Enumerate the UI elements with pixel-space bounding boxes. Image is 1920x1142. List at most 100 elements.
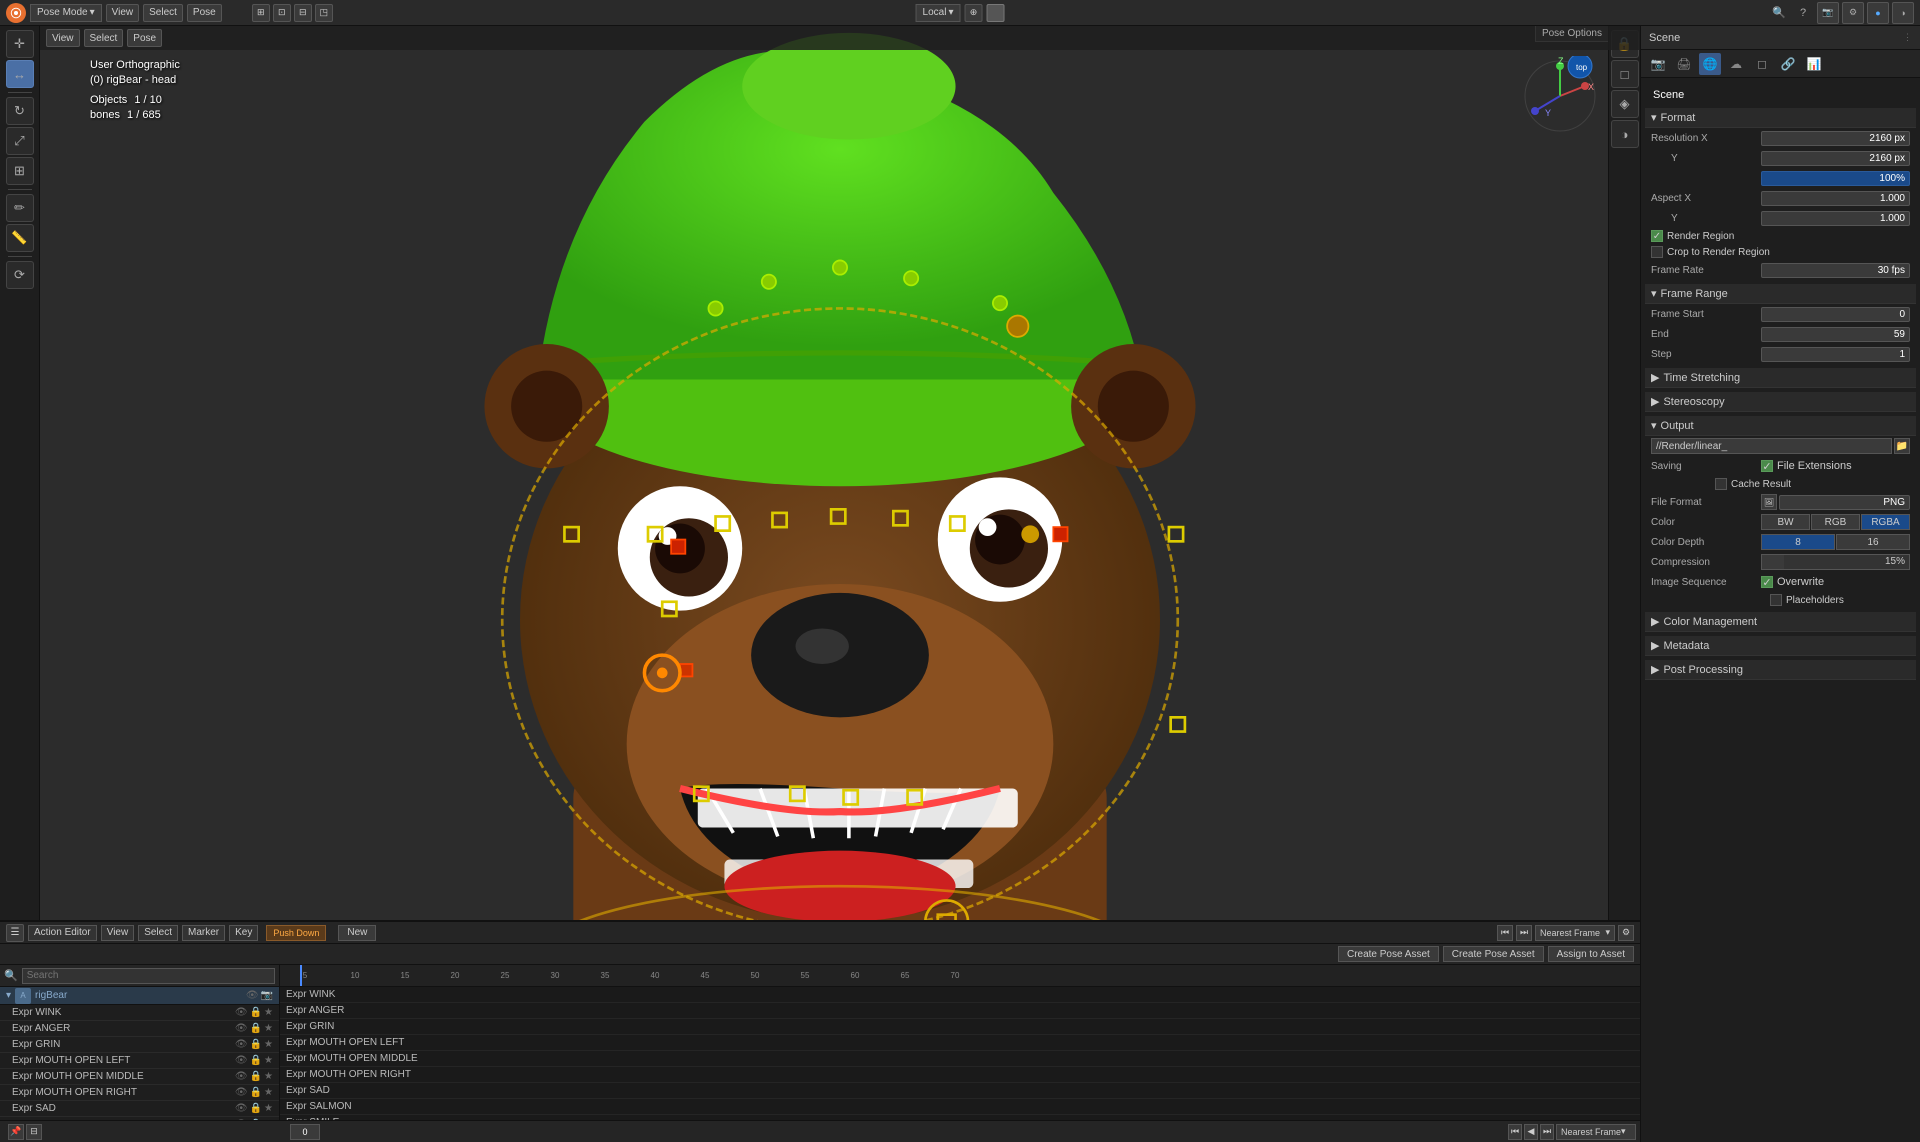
vp-view-btn[interactable]: View <box>46 29 80 47</box>
eye-icon-wink[interactable]: 👁 <box>235 1007 248 1018</box>
frame-step-value[interactable]: 1 <box>1761 347 1910 362</box>
lock-icon-mm[interactable]: 🔒 <box>250 1071 262 1082</box>
rig-eye-icon[interactable]: 👁 <box>246 990 259 1001</box>
play-icon-3[interactable]: ⏭ <box>1540 1124 1554 1140</box>
rgba-btn[interactable]: RGBA <box>1861 514 1910 530</box>
star-icon-grin[interactable]: ★ <box>264 1039 273 1050</box>
eye-icon-sad[interactable]: 👁 <box>235 1103 248 1114</box>
frame-rate-value[interactable]: 30 fps <box>1761 263 1910 278</box>
time-stretching-header[interactable]: ▶ Time Stretching <box>1645 368 1916 388</box>
cursor-tool[interactable]: ✛ <box>6 30 34 58</box>
nearest-frame-dropdown[interactable]: Nearest Frame ▾ <box>1535 925 1615 941</box>
resolution-x-value[interactable]: 2160 px <box>1761 131 1910 146</box>
format-header[interactable]: ▾ Format <box>1645 108 1916 128</box>
settings-icon[interactable]: ⚙ <box>1842 2 1864 24</box>
vp-select-btn[interactable]: Select <box>84 29 124 47</box>
tl-icon-filter[interactable]: ⊟ <box>26 1124 42 1140</box>
viewport-icon-3[interactable]: ⊟ <box>294 4 312 22</box>
transform-dropdown[interactable]: Local ▾ <box>916 4 961 22</box>
play-icon-2[interactable]: ◀ <box>1524 1124 1538 1140</box>
channel-item-sad[interactable]: Expr SAD 👁 🔒 ★ <box>0 1101 279 1117</box>
frame-start-value[interactable]: 0 <box>1761 307 1910 322</box>
new-action-btn[interactable]: New <box>338 925 376 941</box>
channel-item-grin[interactable]: Expr GRIN 👁 🔒 ★ <box>0 1037 279 1053</box>
lock-icon-mr[interactable]: 🔒 <box>250 1087 262 1098</box>
select-menu[interactable]: Select <box>143 4 183 22</box>
play-icon-1[interactable]: ⏮ <box>1508 1124 1522 1140</box>
scene-tab[interactable]: 🌐 <box>1699 53 1721 75</box>
depth-8-btn[interactable]: 8 <box>1761 534 1835 550</box>
tl-view-btn[interactable]: View <box>101 925 135 941</box>
tl-marker-btn[interactable]: Marker <box>182 925 225 941</box>
eye-icon-mr[interactable]: 👁 <box>235 1087 248 1098</box>
data-tab[interactable]: 📊 <box>1803 53 1825 75</box>
aspect-x-value[interactable]: 1.000 <box>1761 191 1910 206</box>
scale-tool[interactable]: ⤢ <box>6 127 34 155</box>
crop-checkbox[interactable] <box>1651 246 1663 258</box>
create-pose-asset-btn[interactable]: Create Pose Asset <box>1338 946 1439 962</box>
vp-pose-btn[interactable]: Pose <box>127 29 162 47</box>
pose-menu[interactable]: Pose <box>187 4 222 22</box>
cache-checkbox[interactable] <box>1715 478 1727 490</box>
depth-16-btn[interactable]: 16 <box>1836 534 1910 550</box>
metadata-header[interactable]: ▶ Metadata <box>1645 636 1916 656</box>
app-logo[interactable]: ⦿ <box>6 3 26 23</box>
relax-tool[interactable]: ⟳ <box>6 261 34 289</box>
rgb-btn[interactable]: RGB <box>1811 514 1860 530</box>
lock-icon-wink[interactable]: 🔒 <box>250 1007 262 1018</box>
channel-item-wink[interactable]: Expr WINK 👁 🔒 ★ <box>0 1005 279 1021</box>
channel-item-mouth-right[interactable]: Expr MOUTH OPEN RIGHT 👁 🔒 ★ <box>0 1085 279 1101</box>
output-tab[interactable]: 🖨 <box>1673 53 1695 75</box>
create-pose-asset-btn2[interactable]: Create Pose Asset <box>1443 946 1544 962</box>
lock-icon-grin[interactable]: 🔒 <box>250 1039 262 1050</box>
tl-select-btn[interactable]: Select <box>138 925 178 941</box>
lock-icon-anger[interactable]: 🔒 <box>250 1023 262 1034</box>
tl-key-btn[interactable]: Key <box>229 925 258 941</box>
eye-icon-mm[interactable]: 👁 <box>235 1071 248 1082</box>
file-extensions-checkbox[interactable]: ✓ <box>1761 460 1773 472</box>
xray-btn[interactable]: ◈ <box>1611 90 1639 118</box>
mode-dropdown[interactable]: Pose Mode ▾ <box>30 4 102 22</box>
transform-tool[interactable]: ⊞ <box>6 157 34 185</box>
star-icon-anger[interactable]: ★ <box>264 1023 273 1034</box>
rotate-tool[interactable]: ↻ <box>6 97 34 125</box>
nearest-frame-btn2[interactable]: Nearest Frame ▾ <box>1556 1124 1636 1140</box>
folder-browse-btn[interactable]: 📁 <box>1894 438 1910 454</box>
annotate-tool[interactable]: ✏ <box>6 194 34 222</box>
timeline-menu-btn[interactable]: ☰ <box>6 924 24 942</box>
star-icon-mr[interactable]: ★ <box>264 1087 273 1098</box>
bw-btn[interactable]: BW <box>1761 514 1810 530</box>
channel-item-mouth-left[interactable]: Expr MOUTH OPEN LEFT 👁 🔒 ★ <box>0 1053 279 1069</box>
viewport-icon-4[interactable]: ◳ <box>315 4 333 22</box>
assign-asset-btn[interactable]: Assign to Asset <box>1548 946 1634 962</box>
resolution-y-value[interactable]: 2160 px <box>1761 151 1910 166</box>
frame-end-value[interactable]: 59 <box>1761 327 1910 342</box>
help-icon[interactable]: ? <box>1793 3 1813 23</box>
channel-search-input[interactable] <box>22 968 275 984</box>
search-icon[interactable]: 🔍 <box>1769 3 1789 23</box>
measure-tool[interactable]: 📏 <box>6 224 34 252</box>
eye-icon-ml[interactable]: 👁 <box>235 1055 248 1066</box>
render-region-checkbox[interactable]: ✓ <box>1651 230 1663 242</box>
star-icon-wink[interactable]: ★ <box>264 1007 273 1018</box>
constraint-tab[interactable]: 🔗 <box>1777 53 1799 75</box>
eye-icon-grin[interactable]: 👁 <box>235 1039 248 1050</box>
resolution-pct-value[interactable]: 100% <box>1761 171 1910 186</box>
view-menu[interactable]: View <box>106 4 140 22</box>
action-editor-btn[interactable]: Action Editor <box>28 925 97 941</box>
tl-icon-pin[interactable]: 📌 <box>8 1124 24 1140</box>
stereoscopy-header[interactable]: ▶ Stereoscopy <box>1645 392 1916 412</box>
y-axis[interactable] <box>1531 107 1539 115</box>
viewport-icon-1[interactable]: ⊞ <box>252 4 270 22</box>
rig-camera-icon[interactable]: 📷 <box>261 990 273 1001</box>
placeholders-checkbox[interactable] <box>1770 594 1782 606</box>
post-processing-header[interactable]: ▶ Post Processing <box>1645 660 1916 680</box>
shading-icon[interactable]: ● <box>1867 2 1889 24</box>
tl-icon-2[interactable]: ⏭ <box>1516 925 1532 941</box>
output-header[interactable]: ▾ Output <box>1645 416 1916 436</box>
transform-icon[interactable]: ⊕ <box>964 4 982 22</box>
move-tool[interactable]: ↔ <box>6 60 34 88</box>
world-tab[interactable]: ☁ <box>1725 53 1747 75</box>
render-icon[interactable]: 📷 <box>1817 2 1839 24</box>
file-format-value[interactable]: PNG <box>1779 495 1910 510</box>
